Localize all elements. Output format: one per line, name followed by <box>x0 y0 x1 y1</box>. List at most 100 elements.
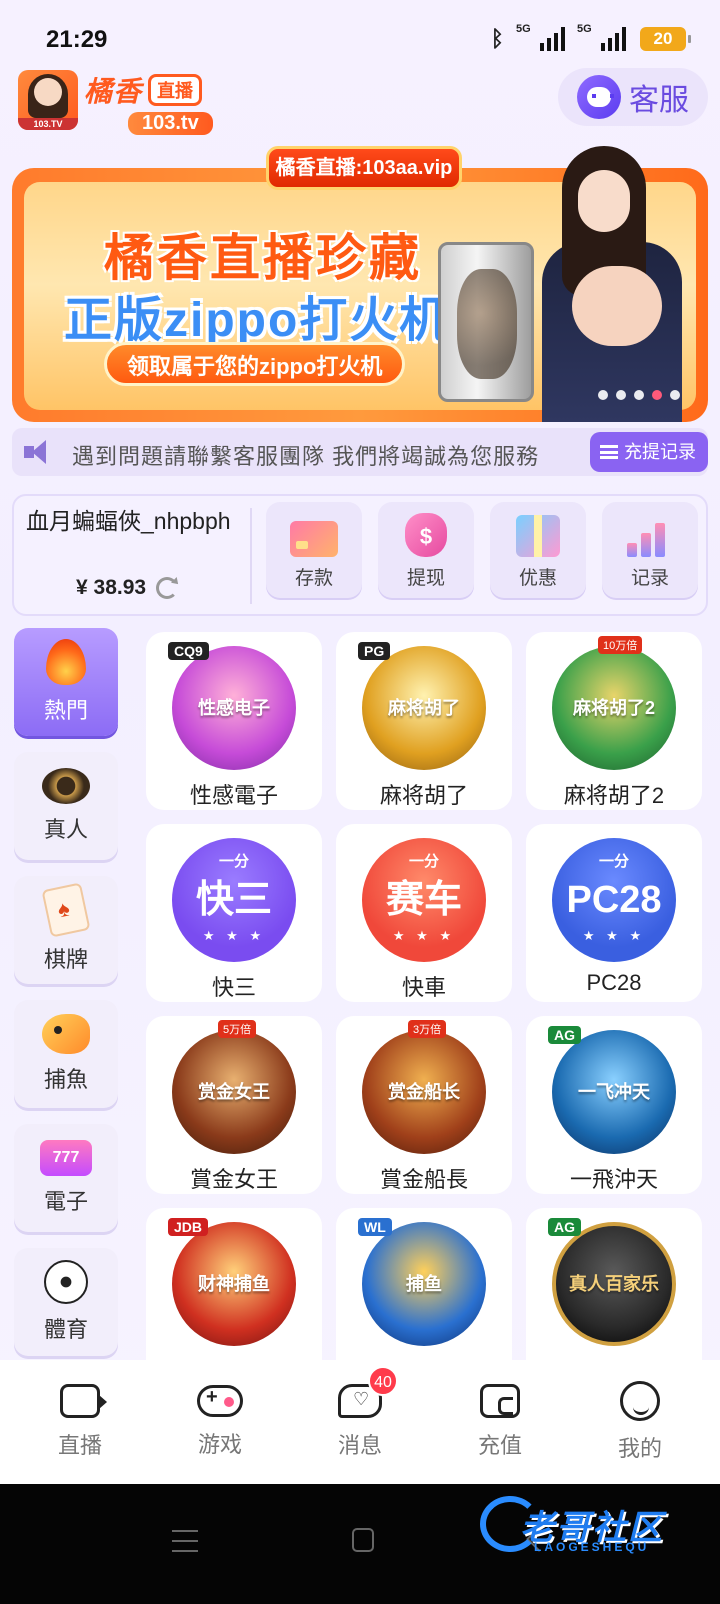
game-label: 一飛沖天 <box>569 1167 658 1192</box>
slot-icon: 777 <box>40 1140 92 1176</box>
records-label: 记录 <box>630 568 669 589</box>
banner-pagination[interactable] <box>598 390 680 400</box>
game-art: 麻将胡了2 <box>552 646 676 770</box>
category-label: 體育 <box>43 1317 88 1342</box>
logo-domain: 103.tv <box>128 112 213 135</box>
nav-label: 消息 <box>337 1433 382 1458</box>
nav-recharge[interactable]: 充值 <box>440 1384 560 1460</box>
game-tile-sexy-slots[interactable]: CQ9 性感电子 性感電子 <box>146 632 322 810</box>
banner-model-image <box>532 146 708 422</box>
games-grid: CQ9 性感电子 性感電子 PG 麻将胡了 麻将胡了 10万倍 麻将胡了2 麻将… <box>146 632 706 1400</box>
battery-icon: 20 <box>640 27 691 51</box>
game-tile-bounty-queen[interactable]: 5万倍 赏金女王 賞金女王 <box>146 1016 322 1194</box>
watermark: 老哥社区 LAOGESHEQU <box>470 1490 710 1560</box>
category-label: 捕魚 <box>43 1067 88 1092</box>
chip-icon <box>42 768 90 804</box>
game-tile-mahjong-ways-2[interactable]: 10万倍 麻将胡了2 麻将胡了2 <box>526 632 702 810</box>
balance-amount: ¥ 38.93 <box>76 576 147 599</box>
gamepad-icon <box>197 1385 243 1417</box>
game-label: 麻将胡了2 <box>563 783 665 808</box>
chart-icon <box>627 517 673 557</box>
nav-messages[interactable]: 40 消息 <box>300 1366 420 1460</box>
withdraw-button[interactable]: $ 提现 <box>378 502 474 598</box>
game-tile-kuai-san[interactable]: 一分 快三 ★ ★ ★ 快三 <box>146 824 322 1002</box>
game-tile-mahjong-ways[interactable]: PG 麻将胡了 麻将胡了 <box>336 632 512 810</box>
bluetooth-icon: ᛒ <box>490 26 504 51</box>
game-row: CQ9 性感电子 性感電子 PG 麻将胡了 麻将胡了 10万倍 麻将胡了2 麻将… <box>146 632 706 810</box>
nav-label: 我的 <box>617 1436 662 1461</box>
category-live-casino[interactable]: 真人 <box>14 752 118 860</box>
game-art: 赏金船长 <box>362 1030 486 1154</box>
category-hot[interactable]: 熱門 <box>14 628 118 736</box>
category-fishing[interactable]: 捕魚 <box>14 1000 118 1108</box>
home-icon[interactable] <box>352 1528 374 1552</box>
cards-icon <box>41 882 91 938</box>
game-art: 赏金女王 <box>172 1030 296 1154</box>
game-label: PC28 <box>586 970 642 995</box>
promo-banner[interactable]: 橘香直播:103aa.vip 橘香直播珍藏 正版zippo打火机 领取属于您的z… <box>12 146 708 422</box>
pagination-dot[interactable] <box>634 390 644 400</box>
refresh-icon[interactable] <box>156 577 179 599</box>
recent-apps-icon[interactable] <box>172 1530 198 1552</box>
nav-live[interactable]: 直播 <box>20 1384 140 1460</box>
game-art: 麻将胡了 <box>362 646 486 770</box>
game-row: 一分 快三 ★ ★ ★ 快三 一分 赛车 ★ ★ ★ 快車 一分 PC28 ★ … <box>146 824 706 1002</box>
game-tile-pc28[interactable]: 一分 PC28 ★ ★ ★ PC28 <box>526 824 702 1002</box>
signal-icon: 5G <box>516 23 565 51</box>
game-label: 賞金女王 <box>189 1167 278 1192</box>
profile-icon <box>620 1381 660 1421</box>
banner-title-secondary: 正版zippo打火机 <box>64 294 450 347</box>
recharge-record-label: 充提记录 <box>624 442 696 462</box>
fish-icon <box>42 1014 90 1054</box>
announcement-marquee: 遇到問題請聯繫客服團隊 我們將竭誠為您服務 充提记录 <box>12 428 708 476</box>
pagination-dot-active[interactable] <box>652 390 662 400</box>
customer-service-button[interactable]: 客服 <box>558 68 708 126</box>
game-art: 真人百家乐 <box>552 1222 676 1346</box>
status-time: 21:29 <box>46 26 108 53</box>
category-card-games[interactable]: 棋牌 <box>14 876 118 984</box>
bottom-nav: 直播 游戏 40 消息 充值 我的 <box>0 1360 720 1484</box>
deposit-button[interactable]: 存款 <box>266 502 362 598</box>
game-art: 一分 PC28 ★ ★ ★ <box>552 838 676 962</box>
records-button[interactable]: 记录 <box>602 502 698 598</box>
game-art: 财神捕鱼 <box>172 1222 296 1346</box>
unread-badge: 40 <box>368 1366 398 1396</box>
headset-icon <box>577 75 621 119</box>
nav-label: 直播 <box>57 1433 102 1458</box>
category-label: 真人 <box>43 817 88 842</box>
promotions-button[interactable]: 优惠 <box>490 502 586 598</box>
signal-label: 5G <box>577 23 592 35</box>
recharge-record-button[interactable]: 充提记录 <box>590 432 708 472</box>
category-sports[interactable]: 體育 <box>14 1248 118 1356</box>
signal-icon: 5G <box>577 23 626 51</box>
game-art: 捕鱼 <box>362 1222 486 1346</box>
balance: ¥ 38.93 <box>76 576 179 600</box>
category-sidebar: 熱門 真人 棋牌 捕魚 777 電子 體育 <box>14 628 120 1386</box>
banner-cta[interactable]: 领取属于您的zippo打火机 <box>104 342 406 386</box>
pagination-dot[interactable] <box>670 390 680 400</box>
game-label: 麻将胡了 <box>379 783 468 808</box>
nav-profile[interactable]: 我的 <box>580 1381 700 1463</box>
moneybag-icon: $ <box>405 513 447 557</box>
game-tile-bounty-captain[interactable]: 3万倍 赏金船长 賞金船長 <box>336 1016 512 1194</box>
multiplier-badge: 5万倍 <box>218 1020 257 1038</box>
divider <box>250 508 252 604</box>
pagination-dot[interactable] <box>598 390 608 400</box>
app-header: 103.TV 橘香 直播 103.tv 客服 <box>18 66 708 135</box>
nav-games[interactable]: 游戏 <box>160 1385 280 1459</box>
category-slots[interactable]: 777 電子 <box>14 1124 118 1232</box>
logo-live: 直播 <box>148 74 203 106</box>
promotions-label: 优惠 <box>518 568 557 589</box>
game-label: 快三 <box>211 975 256 1000</box>
withdraw-label: 提现 <box>406 568 445 589</box>
card-icon <box>290 521 338 557</box>
game-art: 性感电子 <box>172 646 296 770</box>
wallet-actions: 存款 $ 提现 优惠 记录 <box>266 502 698 598</box>
game-tile-racing[interactable]: 一分 赛车 ★ ★ ★ 快車 <box>336 824 512 1002</box>
pagination-dot[interactable] <box>616 390 626 400</box>
provider-badge: CQ9 <box>168 642 209 660</box>
username: 血月蝙蝠俠_nhpbph <box>26 508 231 534</box>
provider-badge: JDB <box>168 1218 209 1236</box>
game-tile-sky-rocket[interactable]: AG 一飞冲天 一飛沖天 <box>526 1016 702 1194</box>
game-label: 賞金船長 <box>379 1167 468 1192</box>
